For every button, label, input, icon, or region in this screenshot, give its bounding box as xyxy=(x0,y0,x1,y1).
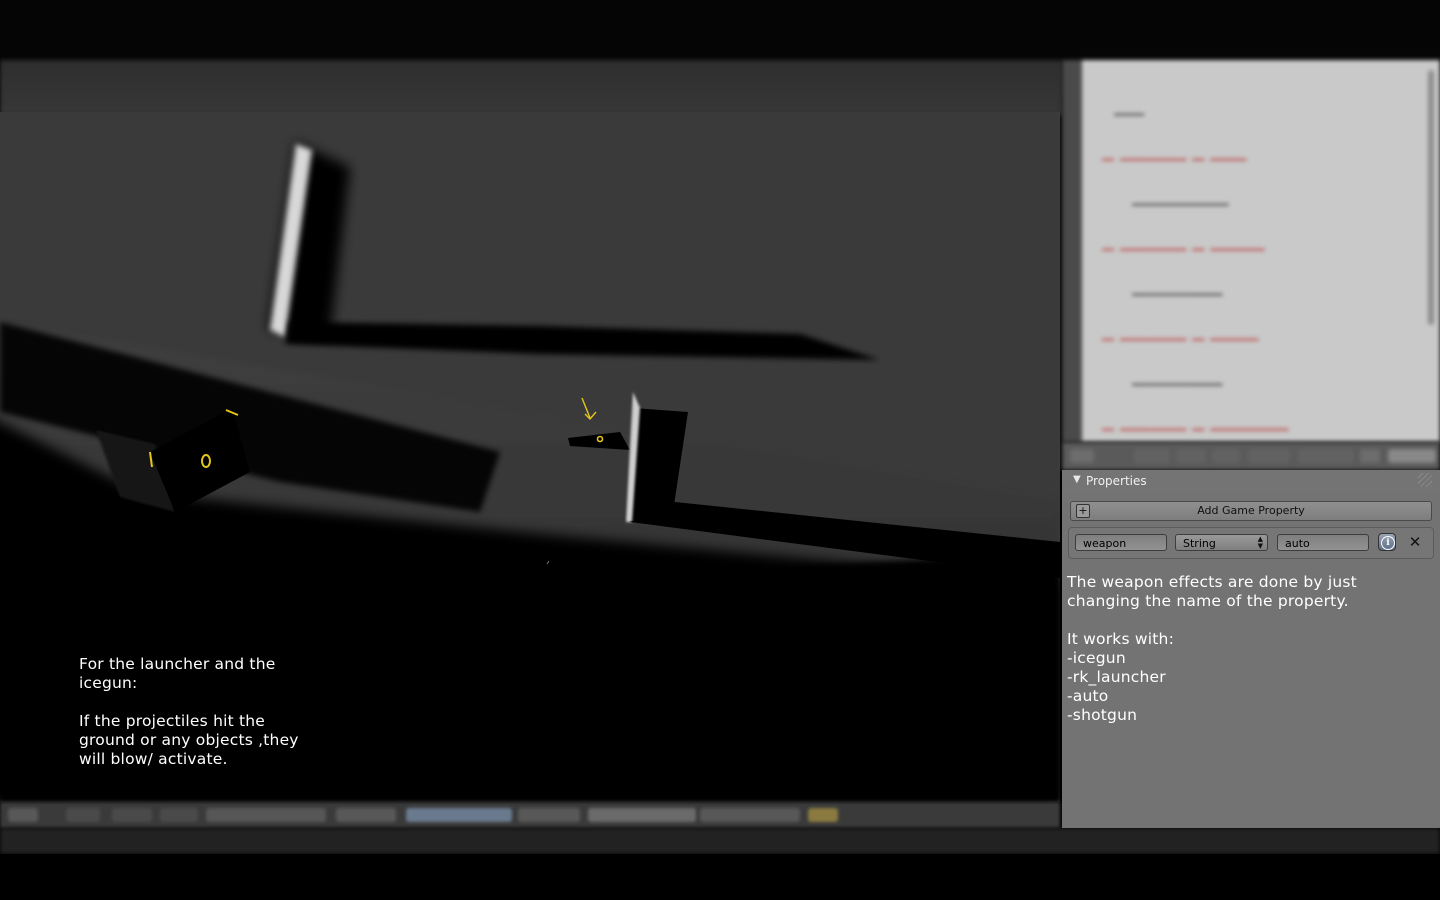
render-button[interactable] xyxy=(808,808,838,822)
viewport-note: For the launcher and the icegun: If the … xyxy=(79,655,319,769)
code-line: ━━━━━━━━━━━━━━━ xyxy=(1090,380,1223,391)
properties-title: Properties xyxy=(1086,474,1147,488)
property-type-label: String xyxy=(1183,537,1216,550)
dropdown-arrows-icon: ▲ ▼ xyxy=(1257,535,1263,550)
layer-buttons[interactable] xyxy=(588,808,696,822)
notes-intro: The weapon effects are done by just chan… xyxy=(1067,573,1357,610)
text-editor-gutter xyxy=(1062,60,1082,442)
select-menu[interactable] xyxy=(112,808,152,822)
templates-menu[interactable] xyxy=(1298,449,1354,463)
property-value-field[interactable]: auto xyxy=(1277,534,1369,551)
top-menu-bar xyxy=(0,0,1440,60)
game-property-row: weapon String ▲ ▼ auto i ✕ xyxy=(1068,527,1434,559)
format-menu[interactable] xyxy=(1248,449,1290,463)
text-editor[interactable]: ━━━━━ ━━ ━━━━━━━━━━━ ━━ ━━━━━━ ━━━━━━━━━… xyxy=(1062,60,1440,442)
add-game-property-label: Add Game Property xyxy=(1197,504,1305,517)
property-type-dropdown[interactable]: String ▲ ▼ xyxy=(1175,534,1268,551)
mode-selector[interactable] xyxy=(206,808,326,822)
code-line: ━━ ━━━━━━━━━━━ ━━ ━━━━━━ xyxy=(1090,155,1247,166)
text-editor-content: ━━━━━ ━━ ━━━━━━━━━━━ ━━ ━━━━━━ ━━━━━━━━━… xyxy=(1090,78,1313,442)
info-icon: i xyxy=(1381,536,1395,550)
weapon-list-item: -auto xyxy=(1067,687,1109,705)
orientation-selector[interactable] xyxy=(518,808,580,822)
weapon-list: -icegun -rk_launcher -auto -shotgun xyxy=(1067,649,1432,725)
properties-notes: The weapon effects are done by just chan… xyxy=(1067,573,1432,725)
snap-buttons[interactable] xyxy=(700,808,800,822)
3d-viewport[interactable]: For the launcher and the icegun: If the … xyxy=(0,112,1060,802)
notes-works-with: It works with: xyxy=(1067,630,1432,649)
text-block-name[interactable] xyxy=(1388,449,1436,463)
drag-grip-icon[interactable] xyxy=(1418,473,1432,487)
text-editor-scrollbar[interactable] xyxy=(1428,70,1434,325)
collapse-triangle-icon[interactable]: ▼ xyxy=(1073,474,1081,485)
text-editor-type-button[interactable] xyxy=(1070,449,1094,463)
status-bar xyxy=(0,828,1440,854)
shading-buttons[interactable] xyxy=(336,808,396,822)
weapon-list-item: -icegun xyxy=(1067,649,1126,667)
viewport-note-line-1: For the launcher and the icegun: xyxy=(79,655,276,692)
notes-works-with-heading: It works with: xyxy=(1067,630,1174,648)
code-line: ━━ ━━━━━━━━━━━ ━━ ━━━━━━━━━ xyxy=(1090,245,1265,256)
properties-header[interactable]: ▼ Properties xyxy=(1062,470,1440,492)
viewport-note-line-2: If the projectiles hit the ground or any… xyxy=(79,712,299,768)
code-line: ━━ ━━━━━━━━━━━ ━━ ━━━━━━━━━━━━━ xyxy=(1090,425,1289,436)
code-line: ━━ ━━━━━━━━━━━ ━━ ━━━━━━━━ xyxy=(1090,335,1259,346)
blender-window: For the launcher and the icegun: If the … xyxy=(0,0,1440,900)
edit-menu[interactable] xyxy=(1212,449,1240,463)
text-editor-header[interactable] xyxy=(1062,442,1440,470)
debug-info-button[interactable]: i xyxy=(1378,533,1396,551)
text-view-menu[interactable] xyxy=(1134,449,1170,463)
object-menu[interactable] xyxy=(160,808,198,822)
code-line: ━━━━━━━━━━━━━━━━ xyxy=(1090,200,1229,211)
viewport-header xyxy=(0,60,1062,115)
text-block-button[interactable] xyxy=(1360,449,1380,463)
manipulator-buttons[interactable] xyxy=(406,808,512,822)
add-game-property-button[interactable]: + Add Game Property xyxy=(1070,501,1432,521)
weapon-list-item: -rk_launcher xyxy=(1067,668,1166,686)
weapon-list-item: -shotgun xyxy=(1067,706,1138,724)
plus-icon: + xyxy=(1076,504,1090,518)
property-name-field[interactable]: weapon xyxy=(1075,534,1167,551)
properties-panel: ▼ Properties + Add Game Property weapon … xyxy=(1062,470,1440,828)
viewport-toolbar[interactable] xyxy=(0,802,1060,828)
code-line: ━━━━━ xyxy=(1090,110,1145,121)
text-menu[interactable] xyxy=(1176,449,1206,463)
editor-type-button[interactable] xyxy=(8,808,38,822)
bottom-strip xyxy=(0,854,1440,900)
view-menu[interactable] xyxy=(66,808,100,822)
remove-property-button[interactable]: ✕ xyxy=(1407,533,1423,551)
code-line: ━━━━━━━━━━━━━━━ xyxy=(1090,290,1223,301)
